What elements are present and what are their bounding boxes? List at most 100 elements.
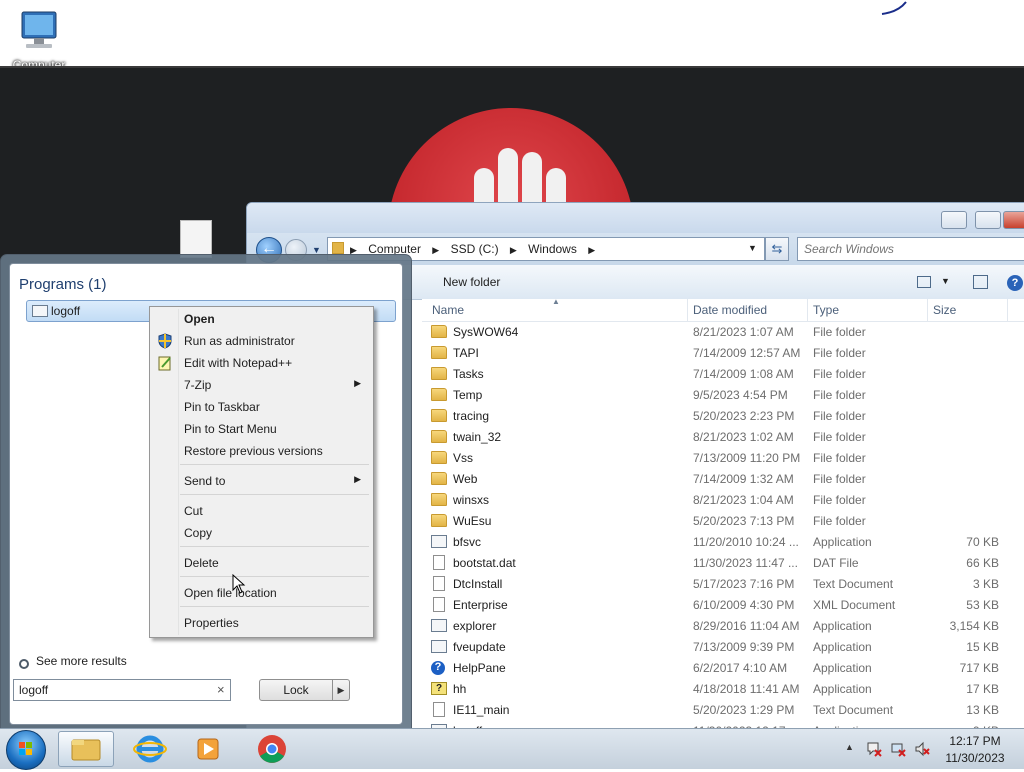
programs-heading: Programs (1) xyxy=(19,276,107,293)
file-row[interactable]: DtcInstall 5/17/2023 7:16 PM Text Document… xyxy=(422,573,1024,594)
context-menu-item-run-as-administrator[interactable]: Run as administrator xyxy=(152,330,371,352)
context-menu-item-delete[interactable]: Delete xyxy=(152,552,371,574)
see-more-results-link[interactable]: See more results xyxy=(36,654,127,668)
explorer-titlebar[interactable] xyxy=(247,203,1024,233)
search-input[interactable] xyxy=(804,241,1014,257)
file-date-modified: 5/20/2023 2:23 PM xyxy=(693,409,795,423)
file-type: File folder xyxy=(813,346,866,360)
file-row[interactable]: Temp 9/5/2023 4:54 PM File folder xyxy=(422,384,1024,405)
file-name: fveupdate xyxy=(453,640,506,654)
folder-icon xyxy=(431,451,447,464)
breadcrumb-drive[interactable]: SSD (C:) xyxy=(451,242,499,256)
file-name: Enterprise xyxy=(453,598,508,612)
context-menu-item-cut[interactable]: Cut xyxy=(152,500,371,522)
file-row[interactable]: fveupdate 7/13/2009 9:39 PM Application 15 … xyxy=(422,636,1024,657)
start-search-box[interactable]: × xyxy=(13,679,231,701)
submenu-arrow-icon: ▶ xyxy=(354,474,361,484)
maximize-button[interactable] xyxy=(975,211,1001,229)
search-box[interactable] xyxy=(797,237,1024,261)
file-date-modified: 7/14/2009 1:08 AM xyxy=(693,367,794,381)
file-type: File folder xyxy=(813,388,866,402)
file-row[interactable]: WuEsu 5/20/2023 7:13 PM File folder xyxy=(422,510,1024,531)
context-menu-item-pin-to-start-menu[interactable]: Pin to Start Menu xyxy=(152,418,371,440)
file-row[interactable]: winsxs 8/21/2023 1:04 AM File folder xyxy=(422,489,1024,510)
file-row[interactable]: twain_32 8/21/2023 1:02 AM File folder xyxy=(422,426,1024,447)
file-row[interactable]: bootstat.dat 11/30/2023 11:47 ... DAT File… xyxy=(422,552,1024,573)
folder-icon xyxy=(431,346,447,359)
context-menu-item-copy[interactable]: Copy xyxy=(152,522,371,544)
file-date-modified: 5/20/2023 1:29 PM xyxy=(693,703,795,717)
file-row[interactable]: Tasks 7/14/2009 1:08 AM File folder xyxy=(422,363,1024,384)
context-menu-item-send-to[interactable]: Send to ▶ xyxy=(152,470,371,492)
taskbar: ▲ 12:17 PM 11/30/2023 xyxy=(0,728,1024,770)
submenu-arrow-icon: ▶ xyxy=(354,378,361,388)
refresh-icon[interactable]: ⇆ xyxy=(765,237,789,261)
address-dropdown-icon[interactable]: ▼ xyxy=(748,243,757,253)
file-size: 66 KB xyxy=(966,556,999,570)
file-size: 717 KB xyxy=(959,661,999,675)
file-row[interactable]: ? HelpPane 6/2/2017 4:10 AM Application 717 … xyxy=(422,657,1024,678)
file-row[interactable]: bfsvc 11/20/2010 10:24 ... Application 70 K… xyxy=(422,531,1024,552)
show-hidden-icons-button[interactable]: ▲ xyxy=(845,742,854,752)
breadcrumb-windows[interactable]: Windows xyxy=(528,242,577,256)
column-type[interactable]: Type xyxy=(813,303,839,317)
context-menu-item-properties[interactable]: Properties xyxy=(152,612,371,634)
taskbar-explorer-button[interactable] xyxy=(58,731,114,767)
taskbar-chrome-button[interactable] xyxy=(244,731,300,767)
column-size[interactable]: Size xyxy=(933,303,956,317)
minimize-button[interactable] xyxy=(941,211,967,229)
file-date-modified: 9/5/2023 4:54 PM xyxy=(693,388,788,402)
folder-icon xyxy=(431,388,447,401)
file-size: 53 KB xyxy=(966,598,999,612)
folder-icon xyxy=(71,739,101,761)
context-menu-item-pin-to-taskbar[interactable]: Pin to Taskbar xyxy=(152,396,371,418)
help-icon[interactable]: ? xyxy=(1007,275,1023,291)
desktop-file-icon[interactable] xyxy=(180,220,212,258)
file-name: winsxs xyxy=(453,493,490,507)
file-row[interactable]: Vss 7/13/2009 11:20 PM File folder xyxy=(422,447,1024,468)
file-date-modified: 5/20/2023 7:13 PM xyxy=(693,514,795,528)
application-icon xyxy=(431,535,447,548)
text-document-icon xyxy=(433,702,445,717)
context-menu-item-open[interactable]: Open xyxy=(152,308,371,330)
computer-icon[interactable] xyxy=(14,10,64,54)
desktop-top-area xyxy=(0,0,1024,66)
context-menu-item-open-file-location[interactable]: Open file location xyxy=(152,582,371,604)
taskbar-media-player-button[interactable] xyxy=(180,731,236,767)
file-date-modified: 7/13/2009 9:39 PM xyxy=(693,640,795,654)
context-menu-label: Pin to Taskbar xyxy=(184,400,260,414)
shutdown-options-icon[interactable]: ▶ xyxy=(333,679,350,701)
file-row[interactable]: Enterprise 6/10/2009 4:30 PM XML Document 5… xyxy=(422,594,1024,615)
lock-button[interactable]: Lock xyxy=(259,679,333,701)
view-dropdown-icon[interactable]: ▼ xyxy=(941,276,950,286)
new-folder-button[interactable]: New folder xyxy=(443,275,500,289)
file-row[interactable]: TAPI 7/14/2009 12:57 AM File folder xyxy=(422,342,1024,363)
folder-icon xyxy=(332,242,344,254)
volume-muted-icon[interactable] xyxy=(914,741,930,757)
column-name[interactable]: Name xyxy=(432,303,464,317)
file-row[interactable]: IE11_main 5/20/2023 1:29 PM Text Document 1… xyxy=(422,699,1024,720)
clock-date[interactable]: 11/30/2023 xyxy=(940,751,1010,765)
column-date-modified[interactable]: Date modified xyxy=(693,303,767,317)
ink-stroke xyxy=(881,1,907,15)
action-center-icon[interactable] xyxy=(866,741,882,757)
start-button[interactable] xyxy=(6,730,46,770)
context-menu-item-restore-previous-versions[interactable]: Restore previous versions xyxy=(152,440,371,462)
view-options-icon[interactable] xyxy=(917,276,931,288)
context-menu-item-7-zip[interactable]: 7-Zip ▶ xyxy=(152,374,371,396)
preview-pane-icon[interactable] xyxy=(973,275,988,289)
folder-icon xyxy=(431,430,447,443)
file-row[interactable]: explorer 8/29/2016 11:04 AM Application 3,1… xyxy=(422,615,1024,636)
file-row[interactable]: SysWOW64 8/21/2023 1:07 AM File folder xyxy=(422,321,1024,342)
file-row[interactable]: ? hh 4/18/2018 11:41 AM Application 17 KB xyxy=(422,678,1024,699)
start-search-input[interactable] xyxy=(19,683,209,697)
close-button[interactable] xyxy=(1003,211,1024,229)
internet-explorer-icon xyxy=(133,735,167,763)
clock-time[interactable]: 12:17 PM xyxy=(940,734,1010,748)
taskbar-ie-button[interactable] xyxy=(122,731,178,767)
file-row[interactable]: tracing 5/20/2023 2:23 PM File folder xyxy=(422,405,1024,426)
network-icon[interactable] xyxy=(890,741,906,757)
file-row[interactable]: Web 7/14/2009 1:32 AM File folder xyxy=(422,468,1024,489)
context-menu-item-edit-with-notepad[interactable]: Edit with Notepad++ xyxy=(152,352,371,374)
clear-search-icon[interactable]: × xyxy=(217,682,225,697)
